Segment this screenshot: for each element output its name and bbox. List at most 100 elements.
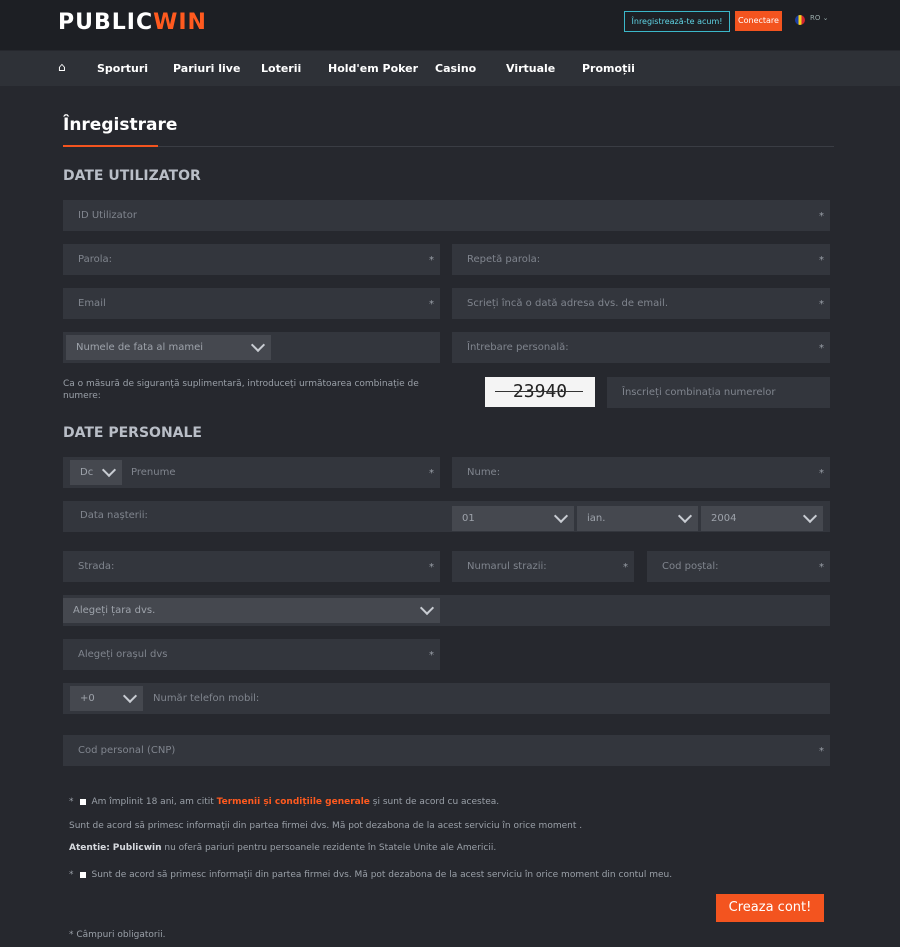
register-now-button[interactable]: Înregistrează-te acum!	[624, 11, 730, 32]
required-star: *	[819, 211, 824, 222]
street-number-field[interactable]: Numarul strazii: *	[452, 551, 634, 582]
dob-year-value: 2004	[711, 513, 737, 524]
street-number-placeholder: Numarul strazii:	[467, 561, 547, 572]
security-question-value: Numele de fata al mamei	[76, 342, 204, 353]
publicwin-logo[interactable]: PUBLICWIN	[58, 10, 207, 35]
required-star: *	[623, 562, 628, 573]
dob-day-value: 01	[462, 513, 475, 524]
required-fields-note: * Câmpuri obligatorii.	[69, 930, 166, 940]
home-icon[interactable]: ⌂	[58, 61, 70, 73]
country-row: Alegeți țara dvs.	[63, 595, 830, 626]
repeat-password-field[interactable]: Repetă parola: *	[452, 244, 830, 275]
section-title-personal-data: DATE PERSONALE	[63, 425, 202, 441]
personal-question-field[interactable]: Întrebare personală: *	[452, 332, 830, 363]
cnp-field[interactable]: Cod personal (CNP) *	[63, 735, 830, 766]
dob-year-select[interactable]: 2004	[701, 506, 823, 531]
nav-item-pariuri-live[interactable]: Pariuri live	[173, 51, 240, 86]
section-title-user-data: DATE UTILIZATOR	[63, 168, 201, 184]
chevron-down-icon	[802, 508, 818, 524]
title-select[interactable]: Dc	[70, 460, 122, 485]
nav-item-loterii[interactable]: Loterii	[261, 51, 301, 86]
street-field[interactable]: Strada: *	[63, 551, 440, 582]
required-star: *	[429, 255, 434, 266]
nav-item-holdem-poker[interactable]: Hold'em Poker	[328, 51, 418, 86]
password-field[interactable]: Parola: *	[63, 244, 440, 275]
us-restriction-rest: nu oferă pariuri pentru persoanele rezid…	[164, 843, 497, 853]
terms-link[interactable]: Termenii și condițiile generale	[217, 797, 370, 807]
personal-question-placeholder: Întrebare personală:	[467, 342, 569, 353]
title-select-value: Dc	[80, 467, 94, 478]
logo-win-text: WIN	[153, 10, 207, 35]
terms-suffix: și sunt de acord cu acestea.	[372, 797, 500, 807]
required-star: *	[819, 562, 824, 573]
dob-day-select[interactable]: 01	[452, 506, 574, 531]
captcha-input-placeholder: Înscrieți combinația numerelor	[622, 387, 776, 398]
captcha-strike-line	[495, 391, 583, 392]
required-star: *	[819, 746, 824, 757]
terms-checkbox[interactable]	[79, 798, 86, 805]
dob-month-select[interactable]: ian.	[577, 506, 698, 531]
user-id-field[interactable]: ID Utilizator *	[63, 200, 830, 231]
phone-prefix-select[interactable]: +0	[70, 686, 143, 711]
email-placeholder: Email	[78, 298, 106, 309]
required-star: *	[429, 468, 434, 479]
repeat-email-field[interactable]: Scrieți încă o dată adresa dvs. de email…	[452, 288, 830, 319]
repeat-password-placeholder: Repetă parola:	[467, 254, 541, 265]
required-star: *	[69, 870, 74, 880]
marketing-consent-checkbox[interactable]	[79, 871, 86, 878]
required-star: *	[819, 255, 824, 266]
required-star: *	[819, 343, 824, 354]
page-title: Înregistrare	[63, 115, 178, 135]
nav-item-virtuale[interactable]: Virtuale	[506, 51, 555, 86]
required-star: *	[69, 797, 74, 807]
required-star: *	[819, 468, 824, 479]
brand-name: Publicwin	[112, 843, 162, 853]
marketing-consent-row: * Sunt de acord să primesc informații din…	[69, 870, 672, 880]
required-star: *	[429, 299, 434, 310]
create-account-button[interactable]: Creaza cont!	[716, 894, 824, 922]
marketing-consent-text: Sunt de acord să primesc informații din …	[91, 870, 673, 880]
date-of-birth-label: Data nașterii:	[80, 510, 148, 521]
logo-public-text: PUBLIC	[58, 10, 154, 35]
street-placeholder: Strada:	[78, 561, 115, 572]
terms-prefix: Am împlinit 18 ani, am citit	[91, 797, 214, 807]
nav-item-sporturi[interactable]: Sporturi	[97, 51, 148, 86]
country-select-value: Alegeți țara dvs.	[73, 605, 156, 616]
postal-code-field[interactable]: Cod poștal: *	[647, 551, 830, 582]
main-navigation: ⌂ Sporturi Pariuri live Loterii Hold'em …	[0, 51, 900, 86]
required-star: *	[429, 562, 434, 573]
title-divider	[158, 146, 834, 147]
chevron-down-icon	[419, 600, 435, 616]
country-select[interactable]: Alegeți țara dvs.	[63, 598, 440, 623]
required-star: *	[429, 650, 434, 661]
top-header: PUBLICWIN Înregistrează-te acum! Conecta…	[0, 0, 900, 50]
chevron-down-icon	[122, 688, 138, 704]
phone-prefix-value: +0	[80, 693, 95, 704]
login-button[interactable]: Conectare	[735, 11, 782, 31]
city-field[interactable]: Alegeți orașul dvs *	[63, 639, 440, 670]
info-consent-text: Sunt de acord să primesc informații din …	[69, 821, 583, 831]
security-question-container: Numele de fata al mamei	[63, 332, 440, 363]
title-underline	[63, 145, 158, 147]
first-name-placeholder: Prenume	[131, 467, 176, 478]
first-name-field[interactable]: Dc Prenume *	[63, 457, 440, 488]
language-selector[interactable]: RO ⌄	[810, 14, 828, 22]
cnp-placeholder: Cod personal (CNP)	[78, 745, 176, 756]
phone-field[interactable]: +0 Număr telefon mobil:	[63, 683, 830, 714]
password-placeholder: Parola:	[78, 254, 112, 265]
email-field[interactable]: Email *	[63, 288, 440, 319]
user-id-placeholder: ID Utilizator	[78, 210, 137, 221]
security-question-select[interactable]: Numele de fata al mamei	[66, 335, 271, 360]
chevron-down-icon	[101, 462, 117, 478]
last-name-field[interactable]: Nume: *	[452, 457, 830, 488]
captcha-input-field[interactable]: Înscrieți combinația numerelor	[607, 377, 830, 408]
captcha-instruction: Ca o măsură de siguranță suplimentară, i…	[63, 379, 419, 401]
chevron-down-icon	[250, 337, 266, 353]
phone-placeholder: Număr telefon mobil:	[153, 693, 260, 704]
city-placeholder: Alegeți orașul dvs	[78, 649, 168, 660]
attention-label: Atentie:	[69, 843, 110, 853]
dob-month-value: ian.	[587, 513, 606, 524]
romania-flag-icon[interactable]	[795, 15, 805, 25]
nav-item-promotii[interactable]: Promoții	[582, 51, 635, 86]
nav-item-casino[interactable]: Casino	[435, 51, 476, 86]
